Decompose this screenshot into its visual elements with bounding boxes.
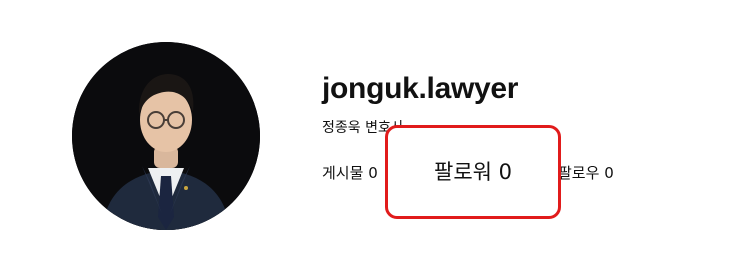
posts-label: 게시물 (322, 164, 364, 182)
avatar[interactable] (72, 42, 260, 230)
posts-stat[interactable]: 게시물 0 (322, 162, 378, 184)
following-label: 팔로우 (558, 164, 600, 182)
posts-count: 0 (368, 164, 378, 182)
profile-photo (72, 42, 260, 230)
followers-stat[interactable]: 팔로워 0 (385, 125, 561, 219)
following-count: 0 (604, 164, 614, 182)
profile-username: jonguk.lawyer (322, 72, 519, 105)
followers-stat-label: 팔로워 0 (434, 160, 512, 184)
following-stat[interactable]: 팔로우 0 (558, 162, 614, 184)
